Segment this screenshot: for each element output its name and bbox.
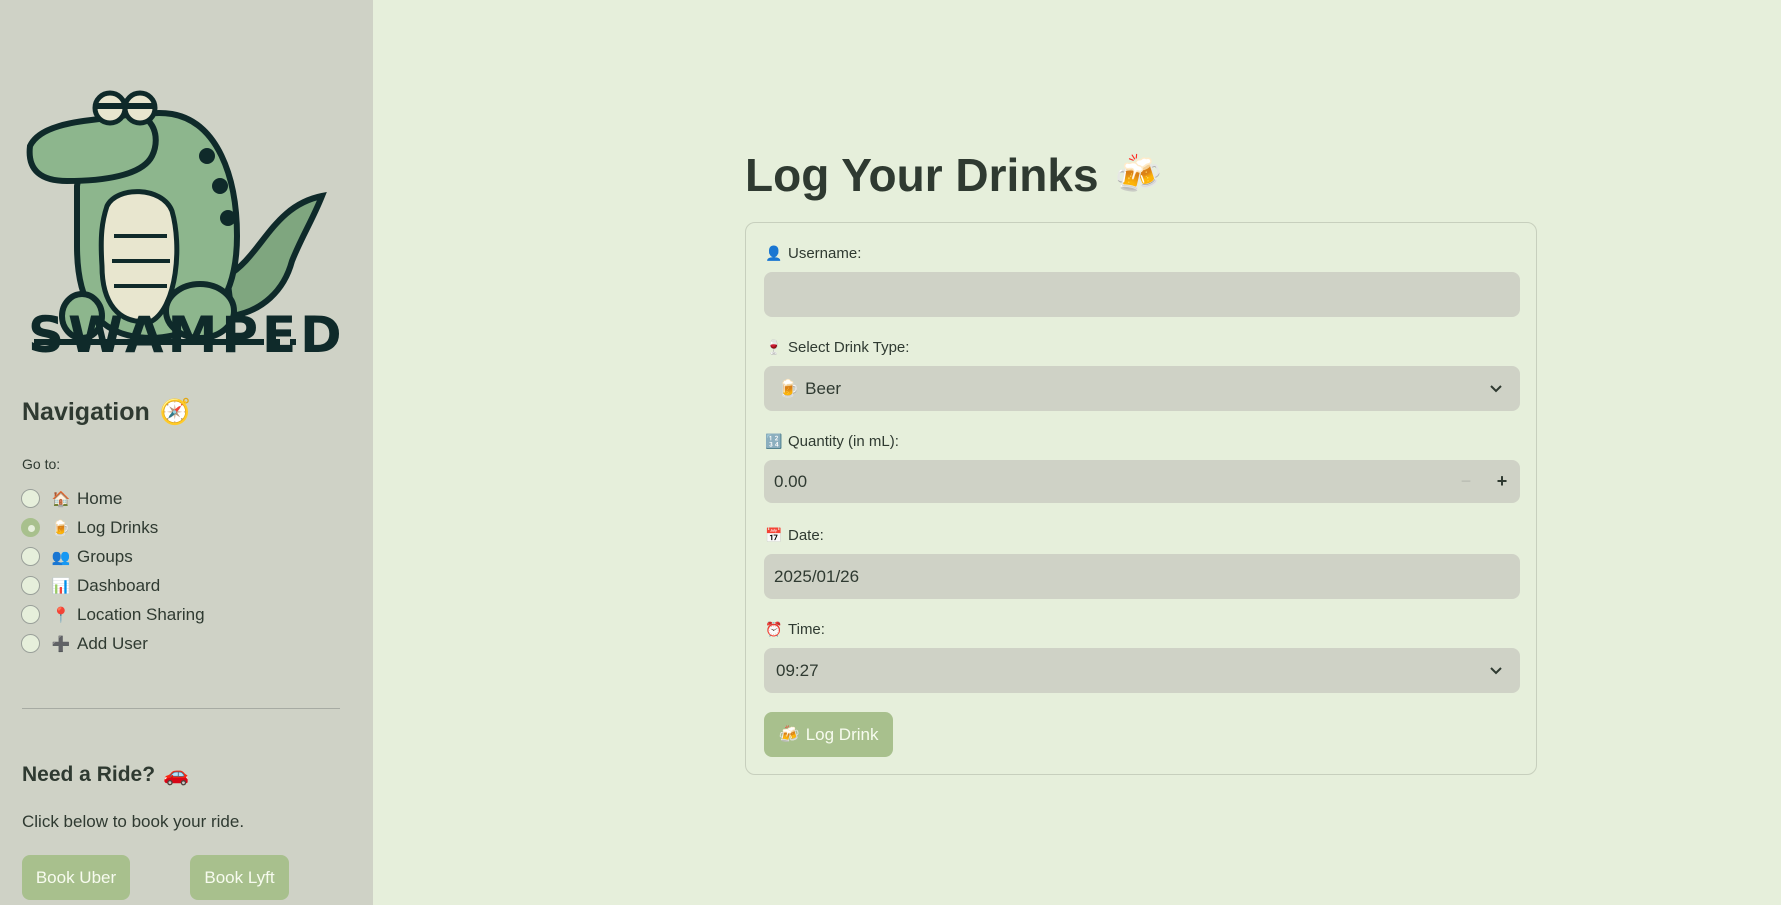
- people-icon: 👥: [51, 548, 71, 566]
- calendar-icon: 📅: [765, 527, 783, 543]
- wine-glass-icon: 🍷: [765, 339, 783, 355]
- date-value[interactable]: 2025/01/26: [774, 567, 859, 587]
- compass-icon: 🧭: [159, 398, 191, 426]
- nav-item-add-user[interactable]: ➕ Add User: [21, 629, 205, 658]
- radio-button[interactable]: [21, 634, 40, 653]
- radio-button[interactable]: [21, 547, 40, 566]
- nav-item-groups[interactable]: 👥 Groups: [21, 542, 205, 571]
- nav-item-label: Home: [77, 488, 123, 508]
- plus-icon: ➕: [51, 635, 71, 653]
- beer-mug-icon: 🍺: [51, 519, 71, 537]
- nav-item-label: Dashboard: [77, 575, 161, 595]
- drink-type-value: Beer: [805, 378, 842, 398]
- nav-item-home[interactable]: 🏠 Home: [21, 484, 205, 513]
- chevron-down-icon: [1490, 385, 1502, 393]
- chevron-down-icon: [1490, 667, 1502, 675]
- nav-item-log-drinks[interactable]: 🍺 Log Drinks: [21, 513, 205, 542]
- clinking-beers-icon: 🍻: [778, 724, 800, 744]
- navigation-title: Navigation 🧭: [22, 398, 191, 427]
- decrement-button[interactable]: −: [1448, 460, 1484, 503]
- drink-type-select[interactable]: 🍺 Beer: [764, 366, 1520, 411]
- time-label-text: Time:: [788, 621, 825, 638]
- numbers-icon: 🔢: [765, 433, 783, 449]
- quantity-stepper[interactable]: 0.00 − +: [764, 460, 1520, 503]
- bar-chart-icon: 📊: [51, 577, 71, 595]
- increment-button[interactable]: +: [1484, 460, 1520, 503]
- radio-button[interactable]: [21, 489, 40, 508]
- quantity-value[interactable]: 0.00: [774, 472, 807, 492]
- nav-item-location-sharing[interactable]: 📍 Location Sharing: [21, 600, 205, 629]
- log-drink-button-label: Log Drink: [805, 724, 879, 744]
- nav-item-dashboard[interactable]: 📊 Dashboard: [21, 571, 205, 600]
- log-drink-form: 👤 Username: 🍷 Select Drink Type: 🍺 Beer …: [745, 222, 1537, 775]
- drink-type-label-text: Select Drink Type:: [788, 339, 910, 356]
- logo-text: SWAMPED: [28, 306, 346, 364]
- sidebar-divider: [22, 708, 340, 709]
- date-label-text: Date:: [788, 527, 824, 544]
- book-lyft-button[interactable]: Book Lyft: [190, 855, 289, 900]
- log-drink-button[interactable]: 🍻 Log Drink: [764, 712, 893, 757]
- nav-item-label: Log Drinks: [77, 517, 159, 537]
- navigation-title-text: Navigation: [22, 398, 150, 426]
- nav-item-label: Add User: [77, 633, 148, 653]
- ride-title: Need a Ride? 🚗: [22, 763, 189, 787]
- radio-button[interactable]: [21, 605, 40, 624]
- pin-icon: 📍: [51, 606, 71, 624]
- nav-item-label: Groups: [77, 546, 133, 566]
- book-uber-button[interactable]: Book Uber: [22, 855, 130, 900]
- goto-label: Go to:: [22, 456, 61, 472]
- nav-item-label: Location Sharing: [77, 604, 205, 624]
- radio-button-selected[interactable]: [21, 518, 40, 537]
- page-title-text: Log Your Drinks: [745, 149, 1099, 201]
- house-icon: 🏠: [51, 490, 71, 508]
- user-icon: 👤: [765, 245, 783, 261]
- drink-type-label: 🍷 Select Drink Type:: [765, 339, 909, 356]
- navigation-radio-group: 🏠 Home 🍺 Log Drinks 👥 Groups 📊 Dashboard…: [21, 484, 205, 658]
- sidebar: SWAMPED Navigation 🧭 Go to: 🏠 Home 🍺 Log…: [0, 0, 373, 905]
- ride-description: Click below to book your ride.: [22, 812, 245, 831]
- time-value: 09:27: [776, 660, 819, 680]
- alarm-clock-icon: ⏰: [765, 621, 783, 637]
- radio-button[interactable]: [21, 576, 40, 595]
- username-label-text: Username:: [788, 245, 862, 262]
- date-label: 📅 Date:: [765, 527, 824, 544]
- username-label: 👤 Username:: [765, 245, 861, 262]
- quantity-label-text: Quantity (in mL):: [788, 433, 899, 450]
- time-label: ⏰ Time:: [765, 621, 825, 638]
- ride-title-text: Need a Ride?: [22, 763, 156, 786]
- beer-mug-icon: 🍺: [778, 378, 800, 398]
- time-select[interactable]: 09:27: [764, 648, 1520, 693]
- date-input[interactable]: 2025/01/26: [764, 554, 1520, 599]
- quantity-label: 🔢 Quantity (in mL):: [765, 433, 899, 450]
- car-icon: 🚗: [163, 763, 190, 786]
- clinking-beers-icon: 🍻: [1114, 154, 1162, 196]
- username-input[interactable]: [774, 272, 1520, 317]
- username-field[interactable]: [764, 272, 1520, 317]
- page-title: Log Your Drinks 🍻: [745, 148, 1162, 202]
